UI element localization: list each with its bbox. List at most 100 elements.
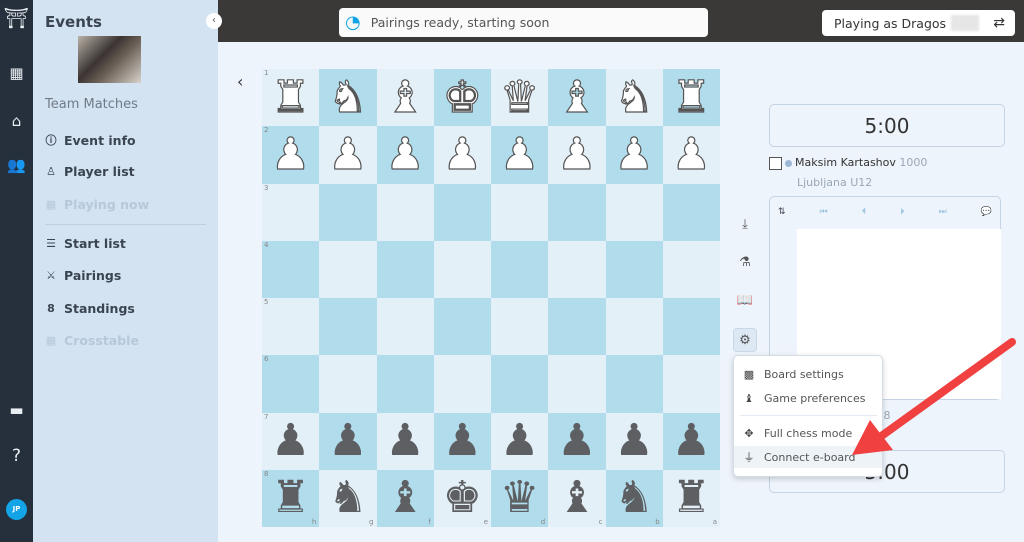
black-queen[interactable]: ♛ <box>500 476 539 520</box>
square[interactable] <box>433 355 491 413</box>
square[interactable] <box>433 240 491 298</box>
download-icon[interactable]: ⤓ <box>733 213 757 237</box>
black-pawn[interactable]: ♟ <box>557 419 596 463</box>
square[interactable]: f ♝ <box>376 469 434 527</box>
square[interactable]: c ♝ <box>548 469 606 527</box>
white-pawn[interactable]: ♟ <box>499 132 540 177</box>
black-king[interactable]: ♚ <box>443 476 482 520</box>
square[interactable] <box>662 298 720 356</box>
square[interactable]: ♟ <box>433 126 491 184</box>
black-pawn[interactable]: ♟ <box>271 419 310 463</box>
square[interactable] <box>319 355 377 413</box>
square[interactable]: ♞ <box>319 69 377 127</box>
square[interactable]: ♟ <box>605 126 663 184</box>
white-queen[interactable]: ♛ <box>499 75 540 120</box>
square[interactable]: ♛ <box>491 69 549 127</box>
chat-icon[interactable]: 💬 <box>981 207 992 217</box>
prev-move-icon[interactable]: ⏴ <box>862 207 867 217</box>
white-knight[interactable]: ♞ <box>328 75 369 120</box>
square[interactable]: b ♞ <box>605 469 663 527</box>
square[interactable]: ♝ <box>376 69 434 127</box>
square[interactable]: 6 <box>262 355 320 413</box>
gear-icon[interactable]: ⚙ <box>733 328 757 352</box>
square[interactable] <box>433 298 491 356</box>
menu-item-full-chess-mode[interactable]: ✥ Full chess mode <box>734 422 882 444</box>
square[interactable] <box>319 183 377 241</box>
menu-item-connect-eboard[interactable]: ⏚ Connect e-board <box>734 446 882 468</box>
square[interactable]: 5 <box>262 298 320 356</box>
calendar-icon[interactable]: ▦ <box>0 64 33 82</box>
player-checkbox[interactable] <box>769 156 782 170</box>
black-rook[interactable]: ♜ <box>672 476 711 520</box>
menu-item-board-settings[interactable]: ▩ Board settings <box>734 363 882 385</box>
black-bishop[interactable]: ♝ <box>385 476 424 520</box>
square[interactable]: d ♛ <box>491 469 549 527</box>
square[interactable] <box>548 240 606 298</box>
square[interactable] <box>605 298 663 356</box>
flip-board-icon[interactable]: ⇅ <box>778 207 786 217</box>
black-pawn[interactable]: ♟ <box>672 419 711 463</box>
white-bishop[interactable]: ♝ <box>385 75 426 120</box>
black-pawn[interactable]: ♟ <box>500 419 539 463</box>
square[interactable] <box>662 355 720 413</box>
square[interactable]: ♟ <box>662 126 720 184</box>
black-knight[interactable]: ♞ <box>614 476 653 520</box>
square[interactable] <box>605 183 663 241</box>
square[interactable]: 1 ♜ <box>262 69 320 127</box>
users-icon[interactable]: 👥 <box>0 156 33 174</box>
square[interactable]: ♟ <box>376 126 434 184</box>
square[interactable] <box>662 183 720 241</box>
square[interactable] <box>433 183 491 241</box>
white-pawn[interactable]: ♟ <box>557 132 598 177</box>
square[interactable] <box>491 298 549 356</box>
square[interactable]: 7 ♟ <box>262 412 320 470</box>
square[interactable] <box>662 240 720 298</box>
square[interactable] <box>605 355 663 413</box>
white-bishop[interactable]: ♝ <box>557 75 598 120</box>
sidebar-item-event-info[interactable]: ⓘ Event info <box>45 132 136 148</box>
square[interactable] <box>319 240 377 298</box>
black-bishop[interactable]: ♝ <box>557 476 596 520</box>
sidebar-item-pairings[interactable]: ⚔ Pairings <box>45 268 121 283</box>
square[interactable]: ♚ <box>433 69 491 127</box>
square[interactable]: ♟ <box>491 412 549 470</box>
white-king[interactable]: ♚ <box>442 75 483 120</box>
square[interactable] <box>376 298 434 356</box>
menu-item-game-preferences[interactable]: ♝ Game preferences <box>734 387 882 409</box>
playing-as-button[interactable]: Playing as Dragos ⇄ <box>822 10 1015 36</box>
arena-icon[interactable]: ⌂ <box>0 112 33 130</box>
square[interactable]: ♟ <box>319 126 377 184</box>
square[interactable] <box>319 298 377 356</box>
white-pawn[interactable]: ♟ <box>270 132 311 177</box>
square[interactable]: a ♜ <box>662 469 720 527</box>
white-rook[interactable]: ♜ <box>270 75 311 120</box>
back-button[interactable]: ‹ <box>237 72 243 91</box>
square[interactable]: ♟ <box>433 412 491 470</box>
square[interactable]: ♟ <box>548 126 606 184</box>
square[interactable]: ♟ <box>548 412 606 470</box>
white-rook[interactable]: ♜ <box>671 75 712 120</box>
square[interactable] <box>376 240 434 298</box>
avatar[interactable]: JP <box>6 499 27 520</box>
square[interactable]: 2 ♟ <box>262 126 320 184</box>
white-pawn[interactable]: ♟ <box>385 132 426 177</box>
collapse-sidebar-button[interactable]: ‹ <box>206 13 222 29</box>
square[interactable]: ♝ <box>548 69 606 127</box>
sidebar-item-player-list[interactable]: ♙ Player list <box>45 164 135 179</box>
white-pawn[interactable]: ♟ <box>328 132 369 177</box>
next-move-icon[interactable]: ⏵ <box>900 207 905 217</box>
black-knight[interactable]: ♞ <box>328 476 367 520</box>
square[interactable]: ♟ <box>319 412 377 470</box>
book-icon[interactable]: 📖 <box>733 289 757 313</box>
square[interactable] <box>491 183 549 241</box>
square[interactable]: ♟ <box>605 412 663 470</box>
black-pawn[interactable]: ♟ <box>443 419 482 463</box>
square[interactable]: 8 h ♜ <box>262 469 320 527</box>
square[interactable]: ♜ <box>662 69 720 127</box>
square[interactable] <box>491 240 549 298</box>
help-icon[interactable]: ? <box>0 446 33 466</box>
last-move-icon[interactable]: ⏭ <box>939 207 947 217</box>
square[interactable] <box>548 183 606 241</box>
square[interactable] <box>491 355 549 413</box>
black-pawn[interactable]: ♟ <box>328 419 367 463</box>
